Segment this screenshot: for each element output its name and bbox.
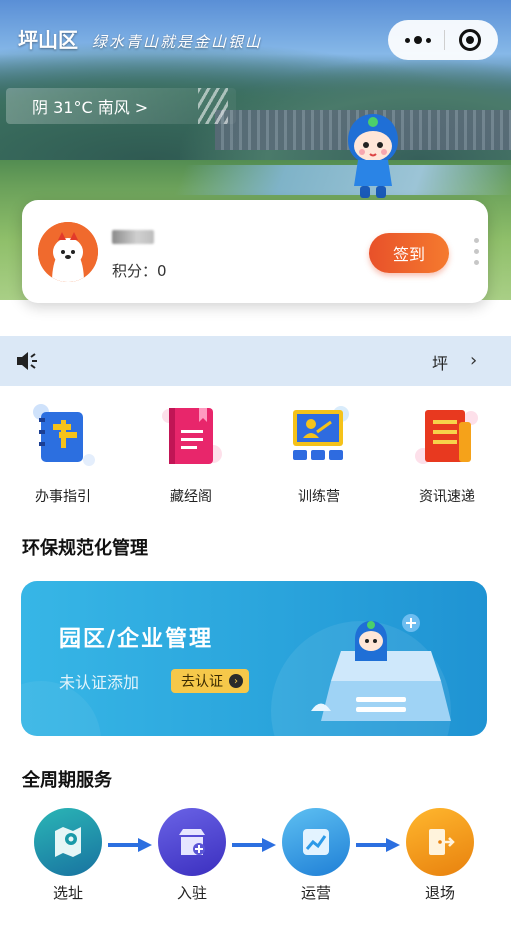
- quick-item-news[interactable]: 资讯速递: [392, 404, 502, 506]
- more-dots-icon[interactable]: [404, 36, 431, 44]
- lifecycle-label: 入驻: [176, 884, 207, 902]
- exit-door-icon: [406, 808, 474, 876]
- user-profile-card: 积分：0 签到: [22, 200, 488, 303]
- arrow-right-icon: ›: [229, 674, 243, 688]
- map-pin-icon: [34, 808, 102, 876]
- park-management-card[interactable]: 园区/企业管理 未认证添加 去认证 ›: [21, 581, 487, 736]
- lifecycle-item-settle[interactable]: 入驻: [142, 808, 242, 903]
- avatar[interactable]: [38, 222, 98, 282]
- quick-item-label: 训练营: [298, 489, 340, 505]
- quick-menu: 办事指引 藏经阁 训练营 资讯速递: [0, 404, 511, 514]
- lifecycle-flow: 选址 入驻 运营 退场: [0, 808, 511, 918]
- verify-button[interactable]: 去认证 ›: [171, 669, 249, 693]
- slogan-text: 绿水青山就是金山银山: [92, 33, 263, 51]
- lifecycle-item-exit[interactable]: 退场: [390, 808, 490, 903]
- notice-text: 坪: [432, 354, 449, 373]
- more-vertical-icon[interactable]: [474, 238, 479, 265]
- book-icon: [162, 408, 222, 464]
- tray-mascot-icon: [311, 614, 451, 721]
- training-icon: [293, 406, 349, 460]
- speaker-icon: [17, 352, 37, 370]
- chevron-right-icon: ›: [470, 350, 478, 371]
- verify-button-label: 去认证: [181, 674, 223, 690]
- section-title-lifecycle: 全周期服务: [22, 770, 112, 791]
- lifecycle-item-site[interactable]: 选址: [18, 808, 118, 903]
- weather-bar[interactable]: 阴 31°C 南风 >: [6, 88, 236, 124]
- quick-item-guide[interactable]: 办事指引: [8, 404, 118, 506]
- weather-text: 阴 31°C 南风 >: [32, 98, 149, 117]
- quick-item-label: 办事指引: [35, 489, 91, 505]
- quick-item-training[interactable]: 训练营: [264, 404, 374, 506]
- district-title: 坪山区: [18, 28, 78, 52]
- weather-stripes: [198, 88, 228, 124]
- lifecycle-label: 选址: [52, 884, 83, 902]
- quick-item-label: 藏经阁: [170, 489, 212, 505]
- quick-item-label: 资讯速递: [419, 489, 475, 505]
- chart-icon: [282, 808, 350, 876]
- mascot-icon: [348, 114, 398, 198]
- capsule-divider: [444, 30, 446, 50]
- miniapp-capsule[interactable]: [388, 20, 498, 60]
- checkin-button[interactable]: 签到: [369, 233, 449, 273]
- points-text: 积分：0: [112, 262, 167, 280]
- lifecycle-label: 运营: [300, 884, 331, 902]
- park-card-subtitle: 未认证添加: [59, 673, 140, 692]
- park-card-title: 园区/企业管理: [59, 627, 214, 652]
- lifecycle-item-operate[interactable]: 运营: [266, 808, 366, 903]
- nickname-redacted: [112, 230, 154, 244]
- close-target-icon[interactable]: [459, 29, 482, 51]
- section-title-env: 环保规范化管理: [22, 538, 148, 559]
- title-area: 坪山区 绿水青山就是金山银山: [18, 24, 262, 53]
- notice-bar[interactable]: 坪 ›: [0, 336, 511, 386]
- store-icon: [158, 808, 226, 876]
- news-icon: [415, 410, 478, 464]
- guide-icon: [33, 404, 95, 466]
- quick-item-library[interactable]: 藏经阁: [136, 404, 246, 506]
- lifecycle-label: 退场: [424, 884, 455, 902]
